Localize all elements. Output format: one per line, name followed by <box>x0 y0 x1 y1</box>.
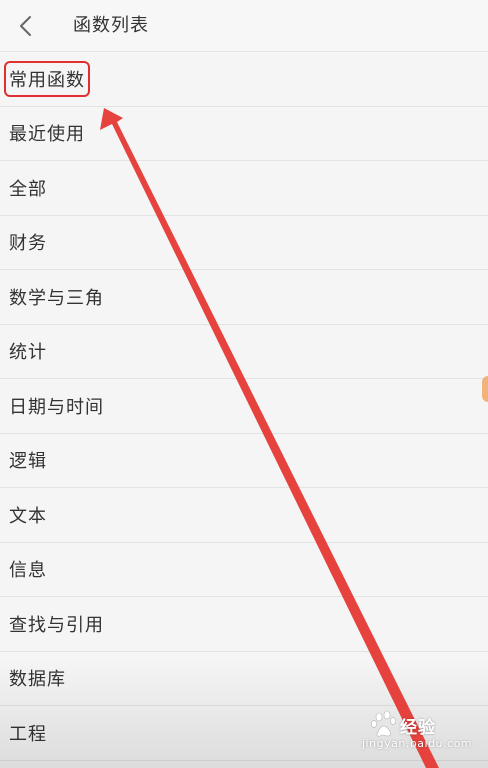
chevron-left-icon <box>20 16 31 36</box>
function-list-screen: 函数列表 常用函数 最近使用 全部 财务 数学与三角 统计 日期与时间 逻辑 文… <box>0 0 488 768</box>
category-item-database[interactable]: 数据库 <box>0 652 488 706</box>
category-label: 文本 <box>9 505 47 527</box>
page-title: 函数列表 <box>73 15 149 36</box>
category-label: 信息 <box>9 560 47 582</box>
category-label: 统计 <box>9 342 47 364</box>
category-label: 全部 <box>9 178 47 200</box>
category-label: 查找与引用 <box>9 614 104 636</box>
category-item-information[interactable]: 信息 <box>0 543 488 597</box>
category-item-common[interactable]: 常用函数 <box>0 52 488 107</box>
floating-edge-handle[interactable] <box>482 376 488 402</box>
category-list: 常用函数 最近使用 全部 财务 数学与三角 统计 日期与时间 逻辑 文本 信息 … <box>0 52 488 761</box>
category-item-logical[interactable]: 逻辑 <box>0 434 488 488</box>
category-item-lookup-reference[interactable]: 查找与引用 <box>0 597 488 652</box>
header-bar: 函数列表 <box>0 0 488 52</box>
category-label: 数学与三角 <box>9 287 104 309</box>
category-item-date-time[interactable]: 日期与时间 <box>0 379 488 434</box>
watermark: 经验 jingyan.baidu.com <box>362 710 472 754</box>
category-item-statistics[interactable]: 统计 <box>0 325 488 379</box>
category-label: 常用函数 <box>4 60 90 97</box>
category-label: 财务 <box>9 233 47 255</box>
category-label: 数据库 <box>9 669 66 691</box>
category-label: 日期与时间 <box>9 396 104 418</box>
category-item-all[interactable]: 全部 <box>0 161 488 216</box>
category-item-math-trig[interactable]: 数学与三角 <box>0 270 488 325</box>
back-button[interactable] <box>8 6 44 46</box>
category-item-text[interactable]: 文本 <box>0 488 488 543</box>
watermark-title: 经验 <box>400 718 436 738</box>
paw-logo-icon <box>371 710 396 737</box>
category-label: 逻辑 <box>9 451 47 473</box>
category-label: 工程 <box>9 723 47 745</box>
watermark-url: jingyan.baidu.com <box>362 737 473 750</box>
category-label: 最近使用 <box>9 124 85 146</box>
category-item-finance[interactable]: 财务 <box>0 216 488 270</box>
category-item-recent[interactable]: 最近使用 <box>0 107 488 161</box>
